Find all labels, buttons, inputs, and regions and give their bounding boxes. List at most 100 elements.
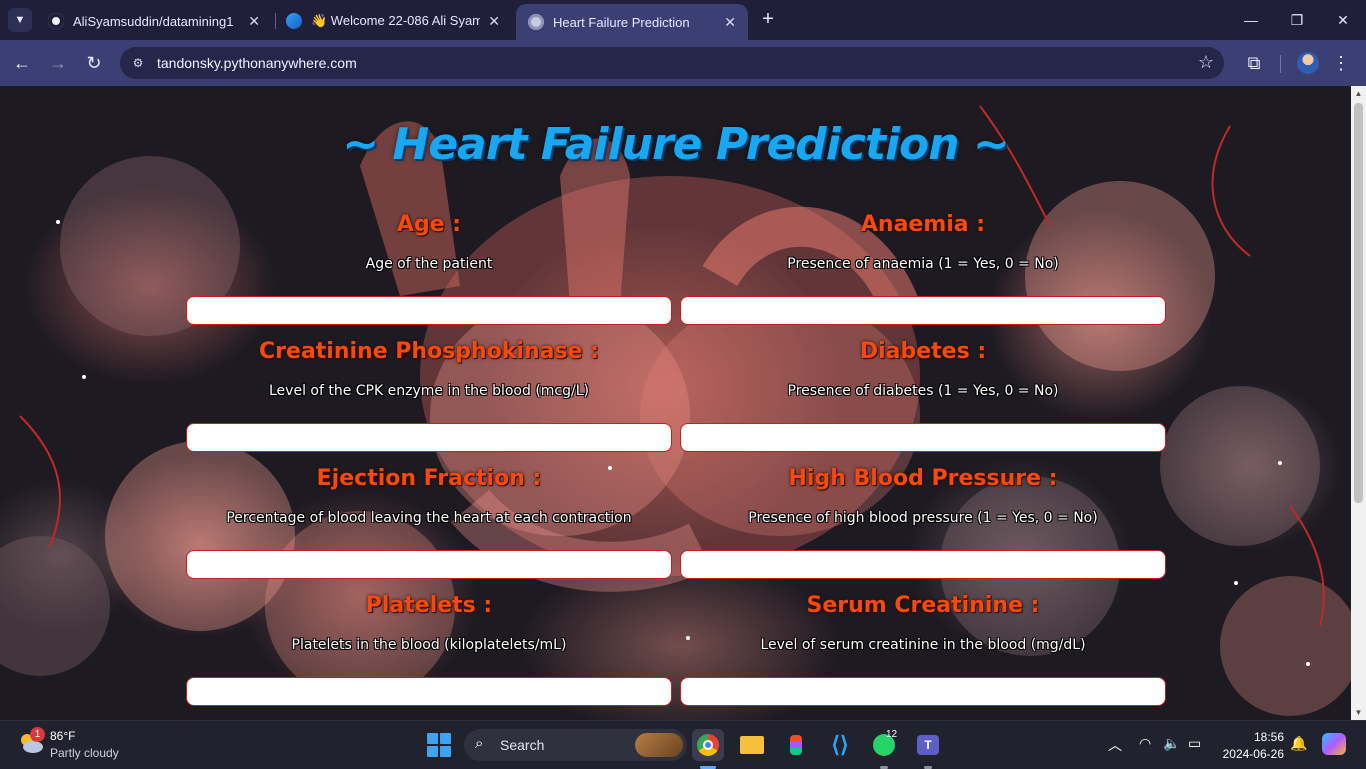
close-window-button[interactable]: ✕ — [1320, 8, 1366, 32]
site-settings-icon[interactable]: ⚙ — [130, 55, 146, 71]
restore-button[interactable]: ❐ — [1274, 8, 1320, 32]
bookmark-star-icon[interactable]: ☆ — [1198, 52, 1214, 73]
field-anaemia: Anaemia : Presence of anaemia (1 = Yes, … — [680, 212, 1166, 325]
weather-badge: 1 — [30, 727, 45, 742]
page-scrollbar[interactable]: ▲ ▼ — [1351, 86, 1366, 720]
address-bar[interactable]: ⚙ tandonsky.pythonanywhere.com ☆ — [120, 47, 1224, 79]
serum-creatinine-input[interactable] — [680, 677, 1166, 706]
tab-heart-failure[interactable]: Heart Failure Prediction ✕ — [516, 4, 748, 40]
field-label: Serum Creatinine : — [806, 593, 1040, 618]
weather-condition: Partly cloudy — [50, 746, 119, 760]
tab-github[interactable]: AliSyamsuddin/datamining1 ✕ — [36, 6, 272, 36]
menu-button[interactable]: ⋮ — [1327, 49, 1355, 77]
anaemia-input[interactable] — [680, 296, 1166, 325]
windows-logo-icon — [440, 746, 451, 757]
forward-button[interactable]: → — [44, 49, 72, 77]
back-button[interactable]: ← — [8, 49, 36, 77]
field-description: Level of serum creatinine in the blood (… — [760, 637, 1086, 653]
close-tab-icon[interactable]: ✕ — [488, 13, 500, 30]
field-description: Presence of anaemia (1 = Yes, 0 = No) — [787, 256, 1059, 272]
windows-logo-icon — [427, 746, 438, 757]
field-age: Age : Age of the patient — [186, 212, 672, 325]
field-high-blood-pressure: High Blood Pressure : Presence of high b… — [680, 466, 1166, 579]
field-description: Presence of high blood pressure (1 = Yes… — [748, 510, 1098, 526]
field-diabetes: Diabetes : Presence of diabetes (1 = Yes… — [680, 339, 1166, 452]
taskbar: 1 86°F Partly cloudy ⌕ Search ⟨⟩ 12 T ︿ … — [0, 720, 1366, 769]
tab-search-button[interactable]: ▼ — [8, 8, 32, 32]
field-description: Percentage of blood leaving the heart at… — [226, 510, 632, 526]
clock-time[interactable]: 18:56 — [1238, 730, 1284, 744]
close-tab-icon[interactable]: ✕ — [724, 14, 736, 31]
github-icon — [48, 13, 64, 29]
whatsapp-app[interactable]: 12 — [868, 729, 900, 761]
tab-title: Heart Failure Prediction — [553, 14, 690, 30]
clock-date[interactable]: 2024-06-26 — [1216, 747, 1284, 761]
start-button[interactable] — [427, 733, 451, 757]
copilot-icon[interactable] — [1322, 733, 1346, 755]
edge-icon — [286, 13, 302, 29]
field-label: Creatinine Phosphokinase : — [259, 339, 599, 364]
kebab-menu-icon: ⋮ — [1332, 53, 1350, 73]
windows-logo-icon — [427, 733, 438, 744]
field-label: Anaemia : — [860, 212, 986, 237]
toolbar-divider — [1280, 55, 1281, 73]
high-blood-pressure-input[interactable] — [680, 550, 1166, 579]
tab-strip: ▼ AliSyamsuddin/datamining1 ✕ 👋 Welcome … — [0, 0, 1366, 40]
creatinine-phosphokinase-input[interactable] — [186, 423, 672, 452]
folder-icon — [740, 736, 764, 754]
profile-avatar[interactable] — [1297, 52, 1319, 74]
chrome-app[interactable] — [692, 729, 724, 761]
field-description: Level of the CPK enzyme in the blood (mc… — [269, 383, 589, 399]
page-title: ~ Heart Failure Prediction ~ — [342, 119, 1010, 170]
vscode-app[interactable]: ⟨⟩ — [824, 729, 856, 761]
search-icon: ⌕ — [475, 735, 484, 752]
browser-toolbar: ← → ↻ ⚙ tandonsky.pythonanywhere.com ☆ ⧉ — [0, 40, 1366, 86]
field-platelets: Platelets : Platelets in the blood (kilo… — [186, 593, 672, 706]
tab-welcome[interactable]: 👋 Welcome 22-086 Ali Syamsu ✕ — [274, 6, 512, 36]
teams-app[interactable]: T — [912, 729, 944, 761]
reload-button[interactable]: ↻ — [80, 49, 108, 77]
weather-temp: 86°F — [50, 729, 76, 743]
teams-icon: T — [917, 735, 939, 755]
field-serum-creatinine: Serum Creatinine : Level of serum creati… — [680, 593, 1166, 706]
diabetes-input[interactable] — [680, 423, 1166, 452]
chevron-down-icon: ▼ — [14, 14, 26, 26]
taskbar-search[interactable]: ⌕ Search — [464, 729, 687, 761]
minimize-button[interactable]: — — [1228, 8, 1274, 32]
new-tab-button[interactable]: + — [756, 8, 780, 32]
speaker-icon[interactable]: 🔈 — [1163, 735, 1180, 752]
platelets-input[interactable] — [186, 677, 672, 706]
close-tab-icon[interactable]: ✕ — [248, 13, 260, 30]
extensions-button[interactable]: ⧉ — [1240, 49, 1268, 77]
vscode-icon: ⟨⟩ — [831, 732, 849, 757]
file-explorer-app[interactable] — [736, 729, 768, 761]
field-description: Platelets in the blood (kiloplatelets/mL… — [291, 637, 567, 653]
tab-title: 👋 Welcome 22-086 Ali Syamsu — [311, 13, 481, 28]
url-text[interactable]: tandonsky.pythonanywhere.com — [157, 55, 357, 71]
ejection-fraction-input[interactable] — [186, 550, 672, 579]
search-label: Search — [500, 737, 545, 753]
scrollbar-thumb[interactable] — [1354, 103, 1363, 503]
wifi-icon[interactable]: ◠ — [1139, 735, 1151, 752]
tab-title: AliSyamsuddin/datamining1 — [73, 13, 234, 29]
figma-icon — [790, 735, 802, 755]
field-label: Platelets : — [365, 593, 493, 618]
field-label: Diabetes : — [859, 339, 987, 364]
age-input[interactable] — [186, 296, 672, 325]
field-description: Presence of diabetes (1 = Yes, 0 = No) — [787, 383, 1059, 399]
field-description: Age of the patient — [365, 256, 493, 272]
arrow-right-icon: → — [49, 53, 67, 73]
windows-logo-icon — [440, 733, 451, 744]
field-ejection-fraction: Ejection Fraction : Percentage of blood … — [186, 466, 672, 579]
battery-icon[interactable]: ▭ — [1188, 735, 1201, 752]
arrow-left-icon: ← — [13, 53, 31, 73]
whatsapp-badge: 12 — [886, 729, 898, 740]
puzzle-icon: ⧉ — [1247, 53, 1261, 73]
figma-app[interactable] — [780, 729, 812, 761]
chrome-icon — [697, 734, 719, 756]
show-hidden-icons-chevron-icon[interactable]: ︿ — [1108, 735, 1122, 755]
scroll-down-icon[interactable]: ▼ — [1351, 705, 1366, 720]
field-label: Ejection Fraction : — [316, 466, 542, 491]
notification-bell-icon[interactable]: 🔔 — [1290, 735, 1307, 752]
scroll-up-icon[interactable]: ▲ — [1351, 86, 1366, 101]
